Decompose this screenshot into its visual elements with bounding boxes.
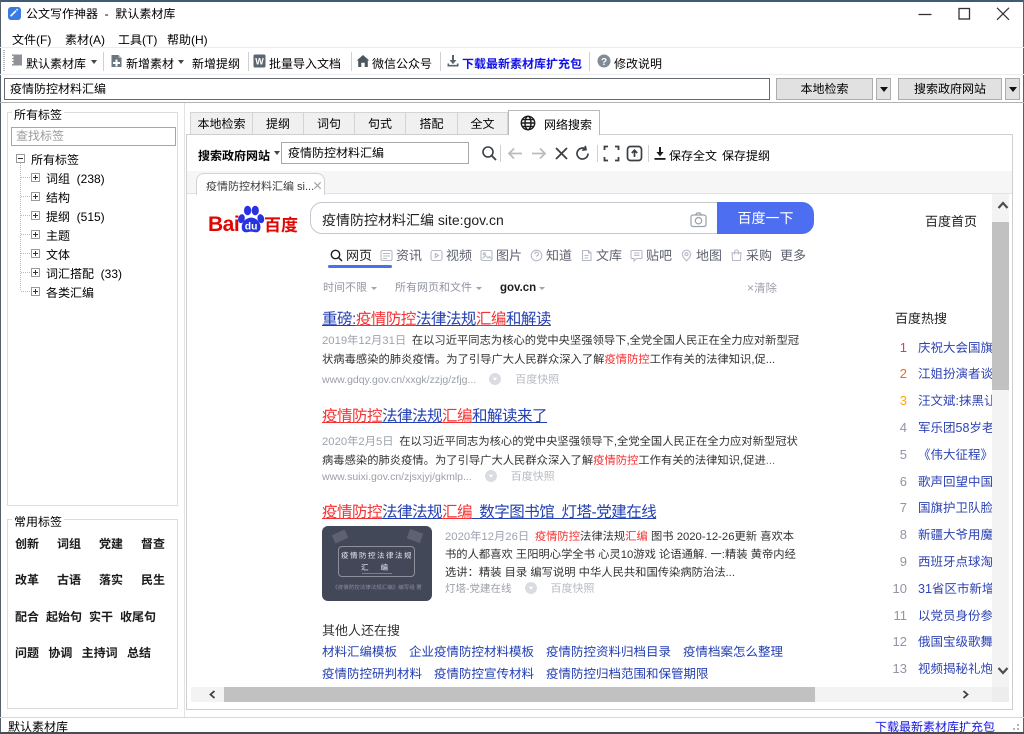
svg-text:?: ?	[601, 57, 607, 68]
svg-text:W: W	[255, 57, 264, 67]
svg-text:du: du	[245, 221, 258, 232]
